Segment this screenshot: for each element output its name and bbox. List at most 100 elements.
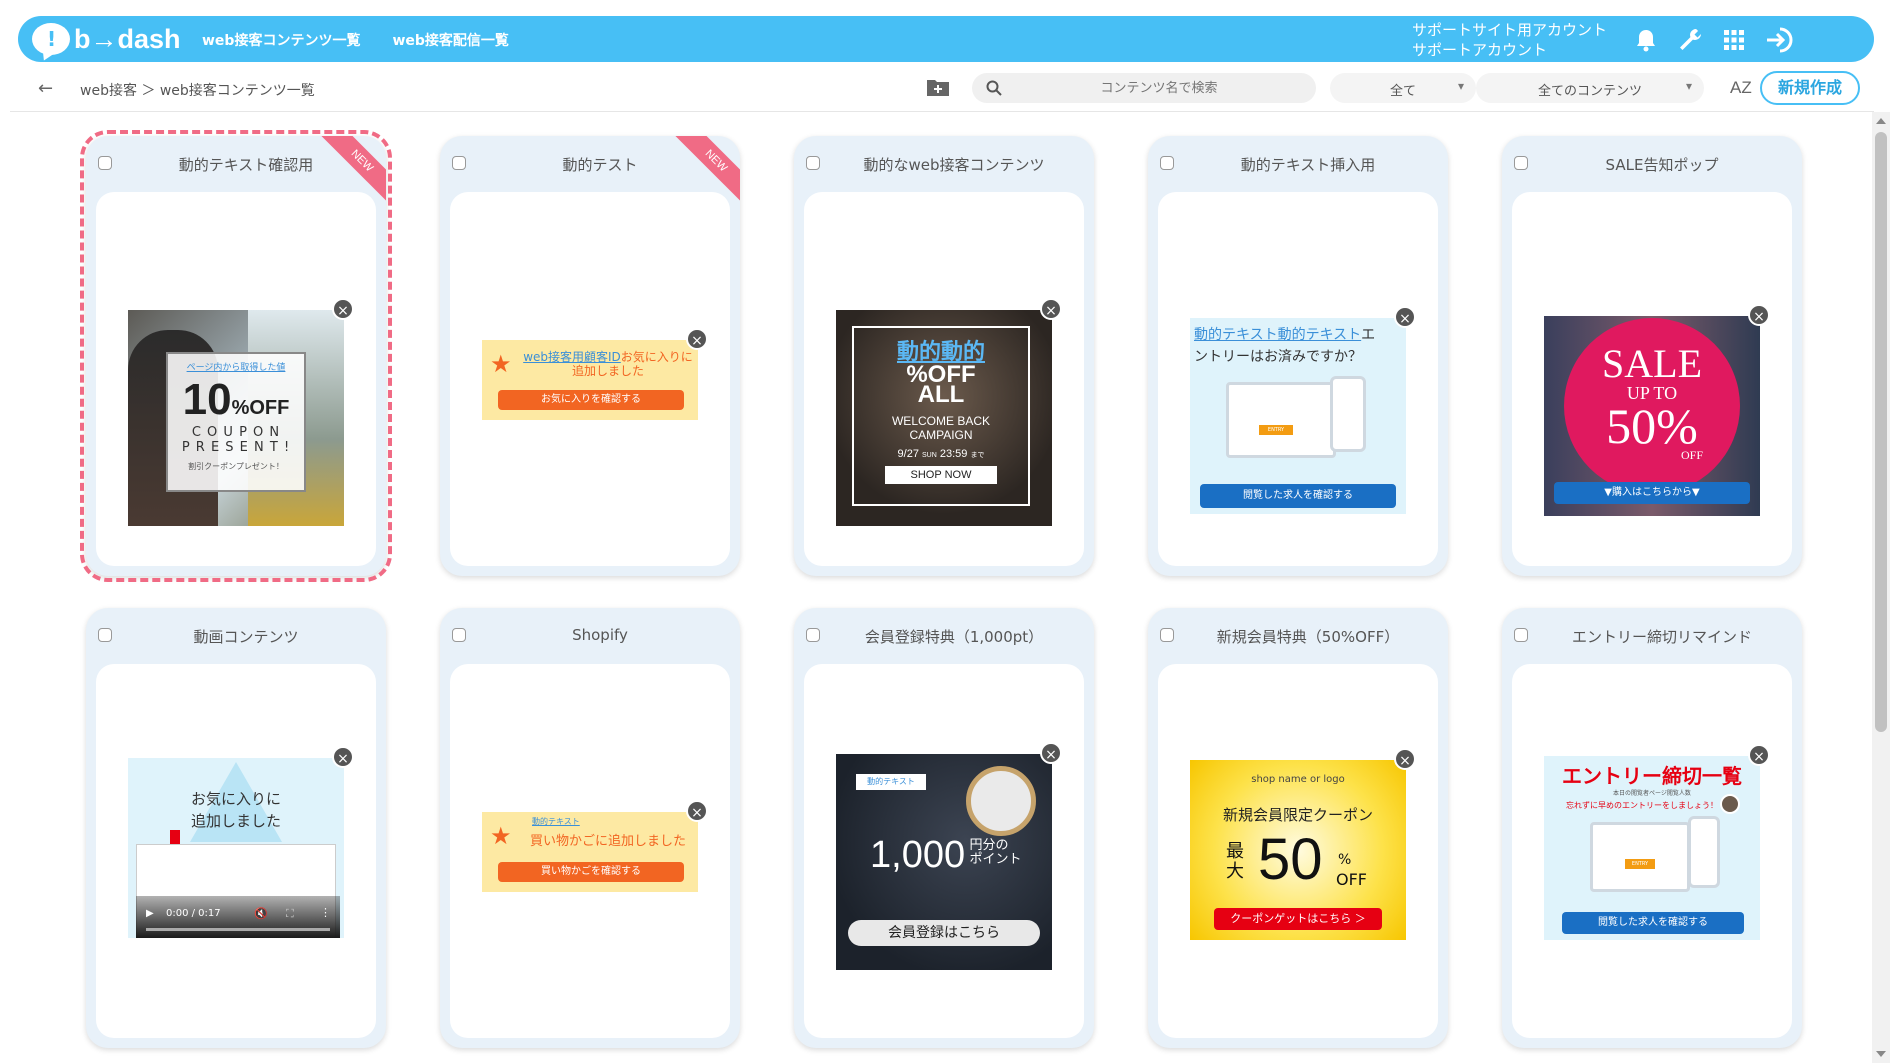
logo-text: b→dash — [74, 23, 181, 54]
content-card[interactable]: 動的なweb接客コンテンツ 動的動的 %OFF ALL WELCOME BACK… — [794, 136, 1094, 576]
entry-preview[interactable]: 動的テキスト動的テキストエ ントリーはお済みですか？ ENTRY 閲覧した求人を確… — [1190, 318, 1406, 514]
content-card[interactable]: 動的テキスト確認用 NEW ページ内から取得した値 10%OFF C O U P… — [80, 130, 392, 582]
cart-preview[interactable]: 動的テキスト ★ 買い物かごに追加しました 買い物かごを確認する — [482, 812, 698, 892]
content-card[interactable]: エントリー締切リマインド エントリー締切一覧 本日の閲覧者ページ閲覧人数 忘れず… — [1502, 608, 1802, 1048]
deadline-confirm-button[interactable]: 閲覧した求人を確認する — [1562, 912, 1744, 934]
folder-add-icon[interactable] — [926, 76, 950, 98]
content-card[interactable]: 動画コンテンツ お気に入りに 追加しました ▶ 0:00 / 0:17 🔇 ⛶ ⋮… — [86, 608, 386, 1048]
content-card[interactable]: SALE告知ポップ SALE UP TO 50% OFF ▼購入はこちらから▼ … — [1502, 136, 1802, 576]
card-checkbox[interactable] — [1160, 156, 1174, 170]
scroll-thumb[interactable] — [1875, 132, 1887, 732]
favorite-confirm-button[interactable]: お気に入りを確認する — [498, 390, 684, 410]
close-icon[interactable]: × — [1394, 748, 1416, 770]
video-message: お気に入りに 追加しました — [128, 788, 344, 832]
card-preview-area[interactable]: お気に入りに 追加しました ▶ 0:00 / 0:17 🔇 ⛶ ⋮ × — [96, 664, 376, 1038]
card-title: Shopify — [572, 626, 628, 644]
scrollbar[interactable] — [1872, 112, 1890, 1063]
account-info[interactable]: サポートサイト用アカウント サポートアカウント — [1412, 20, 1607, 60]
all-sale-preview[interactable]: 動的動的 %OFF ALL WELCOME BACK CAMPAIGN 9/27… — [836, 310, 1052, 526]
scroll-down-icon[interactable] — [1876, 1051, 1886, 1057]
card-checkbox[interactable] — [452, 628, 466, 642]
account-line2: サポートアカウント — [1412, 41, 1548, 59]
card-checkbox[interactable] — [98, 156, 112, 170]
sale-buy-button[interactable]: ▼購入はこちらから▼ — [1554, 482, 1750, 504]
entry-confirm-button[interactable]: 閲覧した求人を確認する — [1200, 484, 1396, 508]
search-input[interactable] — [1014, 73, 1304, 103]
deadline-title: エントリー締切一覧 — [1562, 764, 1742, 788]
play-icon[interactable]: ▶ — [146, 908, 154, 919]
chevron-down-icon: ▾ — [1457, 79, 1464, 93]
back-arrow-icon[interactable]: ← — [38, 78, 53, 99]
favorite-preview[interactable]: ★ web接客用顧客IDお気に入りに追加しました お気に入りを確認する — [482, 340, 698, 420]
card-preview-area[interactable]: SALE UP TO 50% OFF ▼購入はこちらから▼ × — [1512, 192, 1792, 566]
content-card[interactable]: Shopify 動的テキスト ★ 買い物かごに追加しました 買い物かごを確認する… — [440, 608, 740, 1048]
card-preview-area[interactable]: 動的テキスト動的テキストエ ントリーはお済みですか？ ENTRY 閲覧した求人を確… — [1158, 192, 1438, 566]
close-icon[interactable]: × — [1040, 298, 1062, 320]
scroll-up-icon[interactable] — [1876, 118, 1886, 124]
more-icon[interactable]: ⋮ — [320, 906, 331, 919]
nav-content-list[interactable]: web接客コンテンツ一覧 — [202, 30, 360, 50]
mute-icon[interactable]: 🔇 — [254, 907, 268, 920]
filter-status-select[interactable]: 全て ▾ — [1330, 73, 1476, 103]
coupon-preview[interactable]: ページ内から取得した値 10%OFF C O U P O N P R E S E… — [128, 310, 344, 526]
close-icon[interactable]: × — [1748, 304, 1770, 326]
avatar — [1720, 794, 1740, 814]
card-preview-area[interactable]: shop name or logo 新規会員限定クーポン 最大 50 % OFF… — [1158, 664, 1438, 1038]
close-icon[interactable]: × — [686, 328, 708, 350]
video-progress[interactable] — [146, 928, 330, 931]
create-new-button[interactable]: 新規作成 — [1760, 71, 1860, 105]
favorite-dynamic-link[interactable]: web接客用顧客ID — [523, 350, 621, 364]
card-preview-area[interactable]: ★ web接客用顧客IDお気に入りに追加しました お気に入りを確認する × — [450, 192, 730, 566]
card-checkbox[interactable] — [1160, 628, 1174, 642]
bell-icon[interactable] — [1632, 26, 1660, 54]
points-preview[interactable]: 動的テキスト 1,000 円分の ポイント 会員登録はこちら — [836, 754, 1052, 970]
fullscreen-icon[interactable]: ⛶ — [286, 907, 294, 921]
content-card[interactable]: 会員登録特典（1,000pt） 動的テキスト 1,000 円分の ポイント 会員登… — [794, 608, 1094, 1048]
wrench-icon[interactable] — [1676, 26, 1704, 54]
member-pct: % — [1338, 852, 1352, 868]
star-icon: ★ — [490, 350, 512, 378]
content-card[interactable]: 動的テキスト挿入用 動的テキスト動的テキストエ ントリーはお済みですか？ ENTR… — [1148, 136, 1448, 576]
card-preview-area[interactable]: 動的動的 %OFF ALL WELCOME BACK CAMPAIGN 9/27… — [804, 192, 1084, 566]
logo[interactable]: ! b→dash — [32, 23, 181, 55]
register-button[interactable]: 会員登録はこちら — [848, 920, 1040, 946]
cart-confirm-button[interactable]: 買い物かごを確認する — [498, 862, 684, 882]
member-preview[interactable]: shop name or logo 新規会員限定クーポン 最大 50 % OFF… — [1190, 760, 1406, 940]
card-title: 新規会員特典（50%OFF） — [1216, 628, 1400, 646]
close-icon[interactable]: × — [1394, 306, 1416, 328]
card-preview-area[interactable]: ページ内から取得した値 10%OFF C O U P O N P R E S E… — [96, 192, 376, 566]
close-icon[interactable]: × — [332, 746, 354, 768]
entry-text1: エ — [1361, 327, 1376, 343]
video-preview[interactable]: お気に入りに 追加しました ▶ 0:00 / 0:17 🔇 ⛶ ⋮ — [128, 758, 344, 938]
card-checkbox[interactable] — [98, 628, 112, 642]
content-card[interactable]: 動的テスト NEW ★ web接客用顧客IDお気に入りに追加しました お気に入り… — [440, 136, 740, 576]
sort-az-icon[interactable]: AZ — [1730, 78, 1752, 98]
deadline-preview[interactable]: エントリー締切一覧 本日の閲覧者ページ閲覧人数 忘れずに早めのエントリーをしまし… — [1544, 756, 1760, 940]
cart-dynamic-link[interactable]: 動的テキスト — [532, 816, 580, 827]
card-checkbox[interactable] — [1514, 628, 1528, 642]
close-icon[interactable]: × — [332, 298, 354, 320]
card-preview-area[interactable]: 動的テキスト ★ 買い物かごに追加しました 買い物かごを確認する × — [450, 664, 730, 1038]
coupon-get-button[interactable]: クーポンゲットはこちら ＞ — [1214, 908, 1382, 930]
close-icon[interactable]: × — [686, 800, 708, 822]
close-icon[interactable]: × — [1040, 742, 1062, 764]
card-preview-area[interactable]: エントリー締切一覧 本日の閲覧者ページ閲覧人数 忘れずに早めのエントリーをしまし… — [1512, 664, 1792, 1038]
points-tag[interactable]: 動的テキスト — [856, 774, 926, 790]
nav-delivery-list[interactable]: web接客配信一覧 — [392, 30, 508, 50]
card-checkbox[interactable] — [806, 628, 820, 642]
shop-now-button[interactable]: SHOP NOW — [885, 466, 997, 484]
coupon-dynamic-link[interactable]: ページ内から取得した値 — [168, 360, 304, 373]
card-checkbox[interactable] — [1514, 156, 1528, 170]
sale-preview[interactable]: SALE UP TO 50% OFF ▼購入はこちらから▼ — [1544, 316, 1760, 516]
video-controls: ▶ 0:00 / 0:17 🔇 ⛶ ⋮ — [136, 896, 340, 938]
card-checkbox[interactable] — [452, 156, 466, 170]
card-checkbox[interactable] — [806, 156, 820, 170]
card-preview-area[interactable]: 動的テキスト 1,000 円分の ポイント 会員登録はこちら × — [804, 664, 1084, 1038]
logout-icon[interactable] — [1764, 26, 1796, 54]
all-sale-sun: SUN — [922, 452, 937, 459]
content-card[interactable]: 新規会員特典（50%OFF） shop name or logo 新規会員限定ク… — [1148, 608, 1448, 1048]
entry-dynamic-link[interactable]: 動的テキスト動的テキスト — [1194, 327, 1361, 343]
close-icon[interactable]: × — [1748, 744, 1770, 766]
grid-icon[interactable] — [1720, 26, 1748, 54]
filter-content-select[interactable]: 全てのコンテンツ ▾ — [1476, 73, 1704, 103]
